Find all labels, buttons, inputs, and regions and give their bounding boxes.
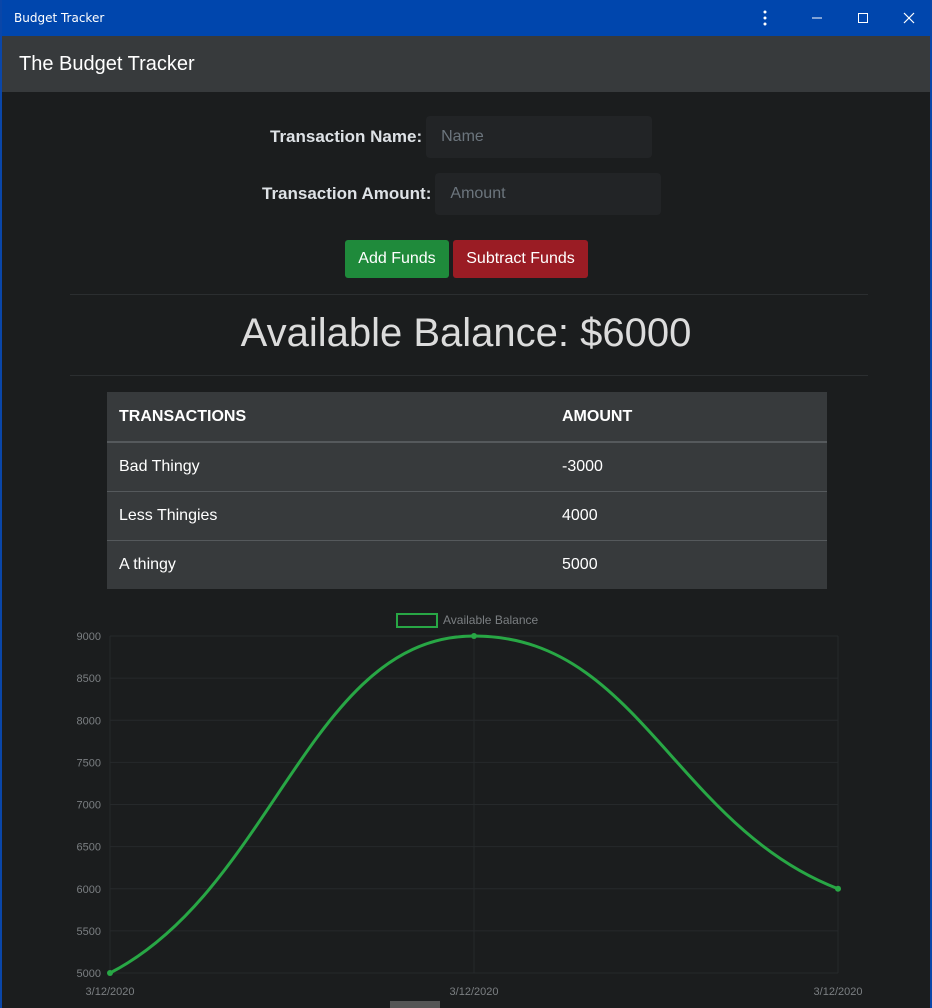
more-vertical-icon — [763, 10, 767, 26]
minimize-icon — [812, 17, 822, 19]
add-funds-button[interactable]: Add Funds — [345, 240, 449, 278]
title-bar: Budget Tracker — [2, 0, 930, 36]
y-tick-label: 9000 — [77, 631, 101, 643]
maximize-icon — [858, 13, 868, 23]
column-header-amount: AMOUNT — [550, 392, 827, 443]
navbar: The Budget Tracker — [2, 36, 930, 92]
divider — [70, 375, 868, 376]
data-point — [471, 633, 477, 639]
y-tick-label: 7500 — [77, 757, 101, 769]
close-button[interactable] — [886, 0, 932, 36]
x-tick-label: 3/12/2020 — [814, 986, 863, 998]
x-tick-label: 3/12/2020 — [86, 986, 135, 998]
navbar-brand[interactable]: The Budget Tracker — [19, 53, 195, 76]
transactions-table: TRANSACTIONS AMOUNT Bad Thingy -3000 Les… — [107, 392, 827, 589]
transaction-amount-cell: -3000 — [550, 441, 827, 491]
transaction-amount-cell: 4000 — [550, 490, 827, 540]
subtract-funds-button[interactable]: Subtract Funds — [453, 240, 588, 278]
transaction-amount-input[interactable] — [435, 173, 662, 215]
minimize-button[interactable] — [794, 0, 840, 36]
y-tick-label: 6500 — [77, 842, 101, 854]
column-header-transactions: TRANSACTIONS — [107, 392, 550, 443]
transaction-amount-cell: 5000 — [550, 539, 827, 589]
horizontal-scrollbar[interactable] — [390, 1001, 440, 1008]
transaction-name-label: Transaction Name: — [270, 127, 423, 146]
transaction-name-cell: Bad Thingy — [107, 441, 550, 491]
balance-chart: 9000 8500 8000 7500 7000 6500 6000 5500 5000 3/12… — [77, 613, 863, 998]
y-tick-label: 8500 — [77, 673, 101, 685]
table-header-row: TRANSACTIONS AMOUNT — [107, 392, 827, 443]
app-window: Budget Tracker The Budget Tracker Transa… — [0, 0, 932, 1008]
legend-swatch — [396, 613, 438, 628]
divider — [70, 294, 868, 295]
transaction-amount-label: Transaction Amount: — [262, 184, 432, 203]
table-row: Bad Thingy -3000 — [107, 441, 827, 491]
table-row: Less Thingies 4000 — [107, 490, 827, 540]
legend-label: Available Balance — [443, 613, 539, 627]
table-row: A thingy 5000 — [107, 539, 827, 589]
data-point — [835, 885, 841, 892]
close-icon — [903, 12, 915, 24]
y-tick-label: 5000 — [77, 968, 101, 980]
available-balance: Available Balance: $6000 — [240, 311, 692, 355]
transaction-name-input[interactable] — [426, 116, 653, 158]
more-options-button[interactable] — [742, 0, 788, 36]
transaction-name-row: Transaction Name: — [270, 116, 653, 158]
y-tick-label: 6000 — [77, 884, 101, 896]
y-tick-label: 5500 — [77, 926, 101, 938]
x-tick-label: 3/12/2020 — [450, 986, 499, 998]
transaction-amount-row: Transaction Amount: — [262, 173, 662, 215]
maximize-button[interactable] — [840, 0, 886, 36]
window-title: Budget Tracker — [14, 11, 105, 25]
data-point — [107, 970, 113, 976]
transaction-name-cell: A thingy — [107, 539, 550, 589]
y-tick-label: 7000 — [77, 800, 101, 812]
transaction-name-cell: Less Thingies — [107, 490, 550, 540]
y-tick-label: 8000 — [77, 715, 101, 727]
